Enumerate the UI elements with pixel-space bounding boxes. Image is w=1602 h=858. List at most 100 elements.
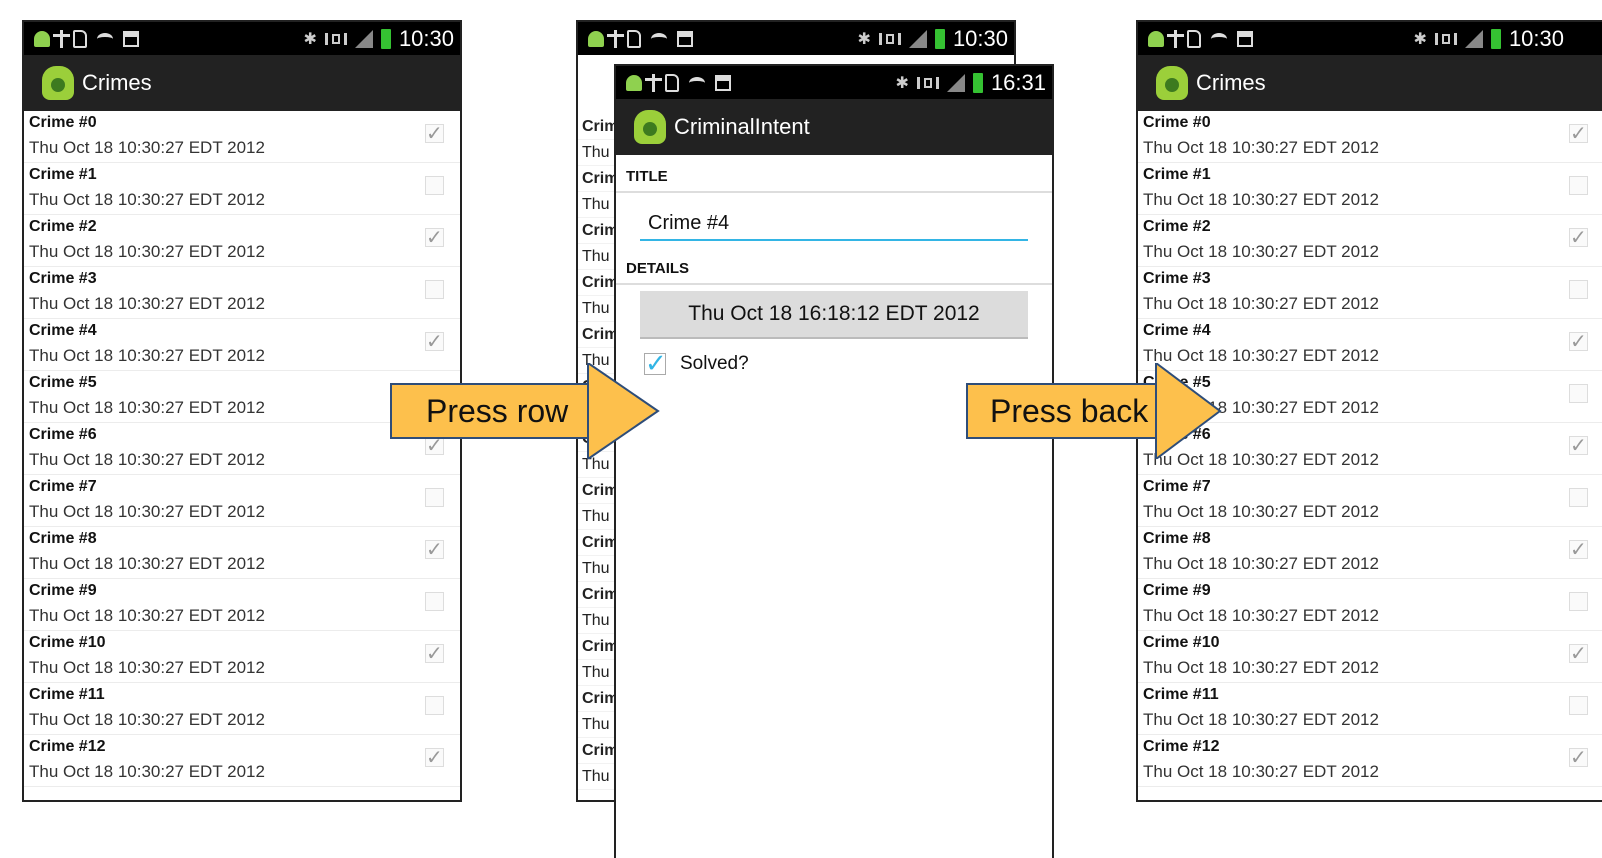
crime-list-row[interactable]: Crime #8 Thu Oct 18 10:30:27 EDT 2012 (1138, 527, 1602, 579)
app-launcher-icon[interactable] (634, 110, 666, 144)
crime-list-row[interactable]: Crime #9 Thu Oct 18 10:30:27 EDT 2012 (24, 579, 460, 631)
peek-row-text: Thu (578, 660, 618, 686)
solved-checkbox[interactable] (425, 176, 444, 195)
status-time: 10:30 (398, 25, 454, 51)
solved-checkbox[interactable] (1569, 384, 1588, 403)
sd-card-icon (665, 73, 679, 92)
signal-icon (354, 29, 373, 48)
solved-checkbox[interactable] (1569, 745, 1588, 770)
peek-row-text: Crim (578, 322, 618, 348)
wifi-icon (651, 32, 667, 45)
crime-list-row[interactable]: Crime #9 Thu Oct 18 10:30:27 EDT 2012 (1138, 579, 1602, 631)
status-bar: ✱ 10:30 (1138, 22, 1602, 55)
details-section-header: DETAILS (616, 247, 1052, 285)
crime-date: Thu Oct 18 10:30:27 EDT 2012 (29, 138, 265, 157)
solved-checkbox[interactable] (1569, 537, 1588, 562)
solved-checkbox[interactable] (1569, 488, 1588, 507)
crime-list-row[interactable]: Crime #2 Thu Oct 18 10:30:27 EDT 2012 (24, 215, 460, 267)
crime-date: Thu Oct 18 10:30:27 EDT 2012 (1143, 606, 1379, 625)
solved-checkbox[interactable] (1569, 592, 1588, 611)
crime-date: Thu Oct 18 10:30:27 EDT 2012 (29, 606, 265, 625)
battery-icon (934, 28, 945, 49)
crime-date-button[interactable]: Thu Oct 18 16:18:12 EDT 2012 (640, 291, 1028, 339)
solved-checkbox[interactable] (425, 225, 444, 250)
peek-row-text: Thu (578, 244, 618, 270)
crime-list-row[interactable]: Crime #2 Thu Oct 18 10:30:27 EDT 2012 (1138, 215, 1602, 267)
crime-title-input[interactable]: Crime #4 (640, 207, 1028, 241)
app-launcher-icon[interactable] (42, 66, 74, 100)
solved-checkbox[interactable] (425, 592, 444, 611)
solved-checkbox[interactable] (1569, 641, 1588, 666)
solved-label: Solved? (680, 353, 749, 374)
solved-checkbox[interactable] (425, 641, 444, 666)
solved-checkbox[interactable] (425, 121, 444, 146)
crime-list-row[interactable]: Crime #12 Thu Oct 18 10:30:27 EDT 2012 (1138, 735, 1602, 787)
crime-date: Thu Oct 18 10:30:27 EDT 2012 (1143, 710, 1379, 729)
crime-title-value: Crime #4 (648, 211, 730, 234)
action-bar: Crimes (1138, 55, 1602, 111)
crime-list-row[interactable]: Crime #0 Thu Oct 18 10:30:27 EDT 2012 (24, 111, 460, 163)
solved-checkbox[interactable] (425, 488, 444, 507)
battery-icon (972, 72, 983, 93)
peek-row-text: Crim (578, 218, 618, 244)
solved-checkbox[interactable] (425, 329, 444, 354)
crime-list-row[interactable]: Crime #7 Thu Oct 18 10:30:27 EDT 2012 (24, 475, 460, 527)
battery-icon (380, 28, 391, 49)
solved-checkbox[interactable] (1569, 433, 1588, 458)
crime-list-row[interactable]: Crime #1 Thu Oct 18 10:30:27 EDT 2012 (24, 163, 460, 215)
crime-title: Crime #7 (29, 478, 97, 495)
crime-list-row[interactable]: Crime #12 Thu Oct 18 10:30:27 EDT 2012 (24, 735, 460, 787)
download-icon (715, 74, 731, 91)
crime-date: Thu Oct 18 10:30:27 EDT 2012 (29, 762, 265, 781)
action-bar: Crimes (24, 55, 460, 111)
wifi-icon (1211, 32, 1227, 45)
crime-title: Crime #11 (1143, 686, 1219, 703)
solved-checkbox[interactable] (425, 537, 444, 562)
peek-row-text: Thu (578, 140, 618, 166)
solved-checkbox[interactable] (425, 280, 444, 299)
crime-list-row[interactable]: Crime #0 Thu Oct 18 10:30:27 EDT 2012 (1138, 111, 1602, 163)
crime-list-row[interactable]: Crime #3 Thu Oct 18 10:30:27 EDT 2012 (1138, 267, 1602, 319)
arrow-head-icon (587, 363, 660, 459)
battery-icon (1490, 28, 1501, 49)
solved-checkbox[interactable] (425, 696, 444, 715)
status-time: 10:30 (1508, 25, 1564, 51)
solved-checkbox[interactable] (1569, 696, 1588, 715)
crime-list-row[interactable]: Crime #10 Thu Oct 18 10:30:27 EDT 2012 (24, 631, 460, 683)
crime-list-row[interactable]: Crime #3 Thu Oct 18 10:30:27 EDT 2012 (24, 267, 460, 319)
app-launcher-icon[interactable] (1156, 66, 1188, 100)
vibrate-icon (916, 76, 939, 89)
peek-row-text: Crim (578, 634, 618, 660)
solved-checkbox[interactable] (1569, 121, 1588, 146)
crime-list-row[interactable]: Crime #8 Thu Oct 18 10:30:27 EDT 2012 (24, 527, 460, 579)
crime-title: Crime #8 (29, 530, 97, 547)
solved-checkbox[interactable] (425, 745, 444, 770)
crime-list-row[interactable]: Crime #11 Thu Oct 18 10:30:27 EDT 2012 (24, 683, 460, 735)
crime-list-row[interactable]: Crime #1 Thu Oct 18 10:30:27 EDT 2012 (1138, 163, 1602, 215)
download-icon (677, 30, 693, 47)
crime-title: Crime #10 (1143, 634, 1220, 651)
crime-list-row[interactable]: Crime #10 Thu Oct 18 10:30:27 EDT 2012 (1138, 631, 1602, 683)
android-notification-icon (588, 30, 604, 47)
peek-row-text: Crim (578, 582, 618, 608)
crime-title: Crime #3 (29, 270, 97, 287)
status-bar: ✱ 10:30 (24, 22, 460, 55)
peek-row-text: Thu (578, 504, 618, 530)
crime-title: Crime #11 (29, 686, 105, 703)
peek-row-text: Thu (578, 296, 618, 322)
solved-checkbox[interactable] (1569, 329, 1588, 354)
crime-list-row[interactable]: Crime #7 Thu Oct 18 10:30:27 EDT 2012 (1138, 475, 1602, 527)
peek-row-text: Crim (578, 530, 618, 556)
crime-title: Crime #1 (29, 166, 97, 183)
android-notification-icon (626, 74, 642, 91)
solved-checkbox[interactable] (1569, 176, 1588, 195)
signal-icon (946, 73, 965, 92)
status-bar: ✱ 10:30 (578, 22, 1014, 55)
peek-row-text: Crim (578, 270, 618, 296)
crime-title: Crime #3 (1143, 270, 1211, 287)
solved-checkbox[interactable] (1569, 225, 1588, 250)
solved-checkbox[interactable] (1569, 280, 1588, 299)
crime-title: Crime #10 (29, 634, 106, 651)
sd-card-icon (627, 29, 641, 48)
crime-list-row[interactable]: Crime #11 Thu Oct 18 10:30:27 EDT 2012 (1138, 683, 1602, 735)
